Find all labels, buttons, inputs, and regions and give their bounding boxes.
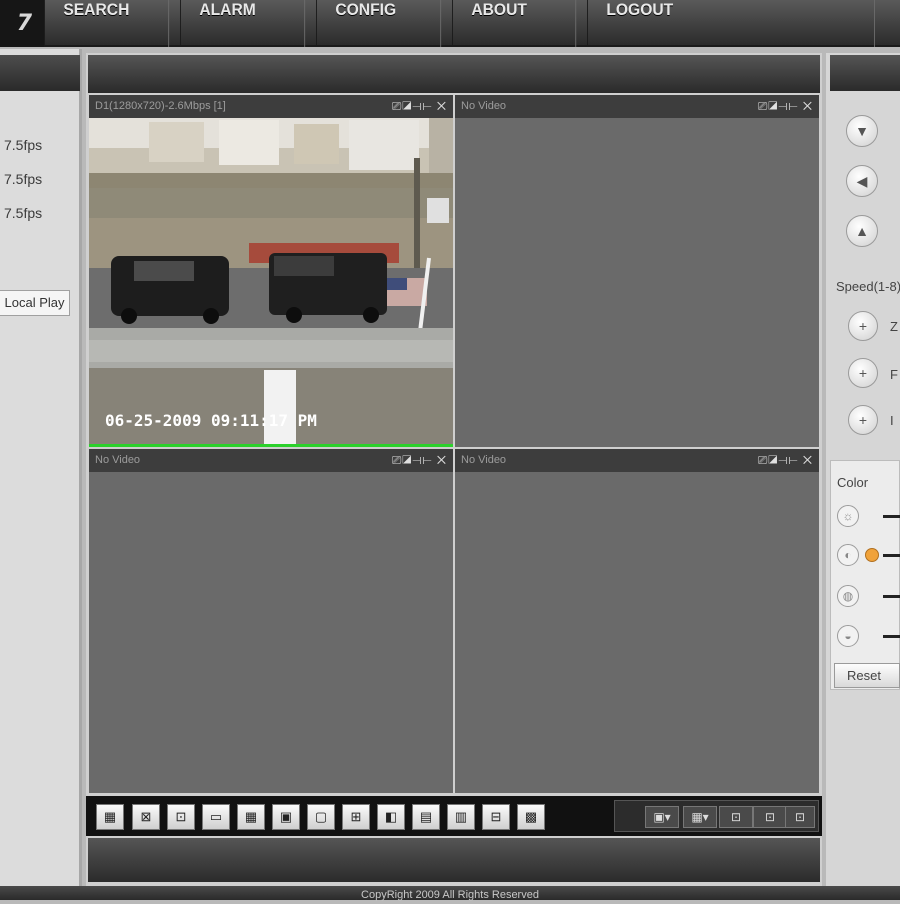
active-pane-indicator	[89, 444, 453, 447]
iris-plus-button[interactable]: +	[848, 405, 878, 435]
video-pane-3[interactable]: No Video ⎚◪⊣⊢ ✕	[89, 449, 453, 793]
video-pane-4[interactable]: No Video ⎚◪⊣⊢ ✕	[455, 449, 819, 793]
color-reset-button[interactable]: Reset	[834, 663, 900, 688]
brightness-slider[interactable]	[883, 515, 900, 518]
layout-25-button[interactable]: ◧	[377, 804, 405, 830]
hue-slider[interactable]	[883, 635, 900, 638]
layout-8-button[interactable]: ▭	[202, 804, 230, 830]
video-pane-2[interactable]: No Video ⎚◪⊣⊢ ✕	[455, 95, 819, 447]
previous-page-button[interactable]: ⊟	[482, 804, 510, 830]
status-bar	[88, 838, 820, 882]
color-adjust-box: Color ☼ ◐ ◍ ◒	[830, 460, 900, 690]
live-view-area: D1(1280x720)-2.6Mbps [1] ⎚◪⊣⊢ ✕ 06-25-20…	[86, 53, 822, 886]
layout-4-button[interactable]: ⊠	[132, 804, 160, 830]
layout-9-button[interactable]: ▦	[237, 804, 265, 830]
zoom-label: Z	[890, 319, 898, 334]
stream-control-4[interactable]: ⊡	[753, 806, 787, 828]
nav-logout-button[interactable]: LOGOUT	[587, 0, 875, 47]
right-panel-header	[830, 55, 900, 91]
record-dropdown[interactable]: ▦▾	[683, 806, 717, 828]
top-nav-bar: 7 SEARCH ALARM CONFIG ABOUT LOGOUT	[0, 0, 900, 47]
channel-rate-2[interactable]: 7.5fps	[4, 171, 42, 187]
color-label: Color	[837, 475, 869, 490]
video-pane-1[interactable]: D1(1280x720)-2.6Mbps [1] ⎚◪⊣⊢ ✕ 06-25-20…	[89, 95, 453, 447]
ptz-left-button[interactable]: ◀	[846, 165, 878, 197]
brightness-icon: ☼	[837, 505, 859, 527]
video-timestamp: 06-25-2009 09:11:17 PM	[105, 411, 317, 430]
layout-13-button[interactable]: ▣	[272, 804, 300, 830]
snapshot-dropdown[interactable]: ▣▾	[645, 806, 679, 828]
pane-1-controls[interactable]: ⎚◪⊣⊢ ✕	[392, 95, 447, 118]
pane-3-controls[interactable]: ⎚◪⊣⊢ ✕	[392, 449, 447, 472]
iris-label: I	[890, 413, 894, 428]
contrast-slider[interactable]	[883, 554, 900, 557]
hue-icon: ◒	[837, 625, 859, 647]
stream-control-5[interactable]: ⊡	[785, 806, 815, 828]
fullscreen-button[interactable]: ▥	[447, 804, 475, 830]
pane-2-controls[interactable]: ⎚◪⊣⊢ ✕	[758, 95, 813, 118]
saturation-slider[interactable]	[883, 595, 900, 598]
copyright-footer: CopyRight 2009 All Rights Reserved	[0, 886, 900, 901]
speed-label: Speed(1-8)	[836, 279, 900, 294]
channel-rate-1[interactable]: 7.5fps	[4, 137, 42, 153]
layout-1-button[interactable]: ▦	[96, 804, 124, 830]
stream-control-3[interactable]: ⊡	[719, 806, 753, 828]
live-view-header	[88, 55, 820, 93]
channel-list-panel: 7.5fps 7.5fps 7.5fps Local Play	[0, 49, 82, 886]
layout-6-button[interactable]: ⊡	[167, 804, 195, 830]
channel-rate-3[interactable]: 7.5fps	[4, 205, 42, 221]
layout-36-button[interactable]: ▤	[412, 804, 440, 830]
local-play-button[interactable]: Local Play	[0, 290, 70, 316]
nav-search-button[interactable]: SEARCH	[44, 0, 170, 47]
left-panel-header	[0, 55, 80, 91]
stream-controls-group: ▣▾ ▦▾ ⊡ ⊡ ⊡	[614, 800, 819, 832]
next-page-button[interactable]: ▩	[517, 804, 545, 830]
ptz-up-button[interactable]: ▲	[846, 215, 878, 247]
focus-label: F	[890, 367, 898, 382]
ptz-control-panel: ▼ ◀ ▲ Speed(1-8) + Z + F + I Color ☼ ◐ ◍…	[826, 53, 900, 886]
contrast-slider-handle[interactable]	[865, 548, 879, 562]
nav-about-button[interactable]: ABOUT	[452, 0, 577, 47]
camera-feed-image: 06-25-2009 09:11:17 PM	[89, 118, 453, 444]
pane-4-controls[interactable]: ⎚◪⊣⊢ ✕	[758, 449, 813, 472]
zoom-plus-button[interactable]: +	[848, 311, 878, 341]
nav-alarm-button[interactable]: ALARM	[180, 0, 306, 47]
view-toolbar: ▦ ⊠ ⊡ ▭ ▦ ▣ ▢ ⊞ ◧ ▤ ▥ ⊟ ▩ ▣▾ ▦▾ ⊡ ⊡ ⊡	[86, 796, 822, 836]
ptz-down-button[interactable]: ▼	[846, 115, 878, 147]
layout-20-button[interactable]: ⊞	[342, 804, 370, 830]
layout-16-button[interactable]: ▢	[307, 804, 335, 830]
brand-logo: 7	[0, 0, 44, 47]
contrast-icon: ◐	[837, 544, 859, 566]
saturation-icon: ◍	[837, 585, 859, 607]
nav-config-button[interactable]: CONFIG	[316, 0, 442, 47]
focus-plus-button[interactable]: +	[848, 358, 878, 388]
